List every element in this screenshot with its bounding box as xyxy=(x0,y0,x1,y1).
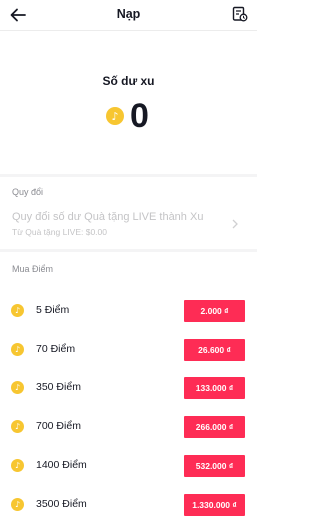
buy-section-label: Mua Điểm xyxy=(12,264,54,274)
chevron-right-icon[interactable] xyxy=(231,219,239,229)
exchange-section-label: Quy đổi xyxy=(12,187,44,197)
price-button[interactable]: 133.000 ₫ xyxy=(184,377,245,399)
coin-icon: ♪ xyxy=(11,498,24,511)
package-label: 350 Điểm xyxy=(36,381,81,393)
exchange-subtitle: Từ Quà tặng LIVE: $0.00 xyxy=(12,227,107,237)
coin-icon: ♪ xyxy=(11,343,24,356)
coin-icon: ♪ xyxy=(11,459,24,472)
coin-package-item[interactable]: ♪ 700 Điểm 266.000 ₫ xyxy=(0,415,257,439)
transaction-history-icon[interactable] xyxy=(232,6,248,22)
balance-value: 0 xyxy=(130,97,149,135)
coin-icon: ♪ xyxy=(11,381,24,394)
package-label: 1400 Điểm xyxy=(36,459,87,471)
section-divider xyxy=(0,174,257,177)
price-button[interactable]: 2.000 ₫ xyxy=(184,300,245,322)
balance-display: ♪ 0 xyxy=(106,96,149,136)
coin-package-item[interactable]: ♪ 1400 Điểm 532.000 ₫ xyxy=(0,454,257,478)
price-button[interactable]: 266.000 ₫ xyxy=(184,416,245,438)
header-divider xyxy=(0,30,257,31)
top-bar: Nạp xyxy=(0,0,257,30)
package-label: 3500 Điểm xyxy=(36,498,87,510)
coin-package-item[interactable]: ♪ 3500 Điểm 1.330.000 ₫ xyxy=(0,493,257,517)
coin-package-item[interactable]: ♪ 350 Điểm 133.000 ₫ xyxy=(0,376,257,400)
exchange-title[interactable]: Quy đổi số dư Quà tặng LIVE thành Xu xyxy=(12,211,203,223)
price-button[interactable]: 26.600 ₫ xyxy=(184,339,245,361)
balance-label: Số dư xu xyxy=(102,74,155,88)
coin-package-item[interactable]: ♪ 70 Điểm 26.600 ₫ xyxy=(0,338,257,362)
section-divider xyxy=(0,249,257,252)
coin-icon: ♪ xyxy=(106,107,124,125)
page-title: Nạp xyxy=(116,7,141,21)
package-label: 5 Điểm xyxy=(36,304,70,316)
package-label: 70 Điểm xyxy=(36,343,76,355)
coin-package-item[interactable]: ♪ 5 Điểm 2.000 ₫ xyxy=(0,299,257,323)
price-button[interactable]: 1.330.000 ₫ xyxy=(184,494,245,516)
coin-icon: ♪ xyxy=(11,420,24,433)
package-label: 700 Điểm xyxy=(36,420,81,432)
coin-icon: ♪ xyxy=(11,304,24,317)
price-button[interactable]: 532.000 ₫ xyxy=(184,455,245,477)
